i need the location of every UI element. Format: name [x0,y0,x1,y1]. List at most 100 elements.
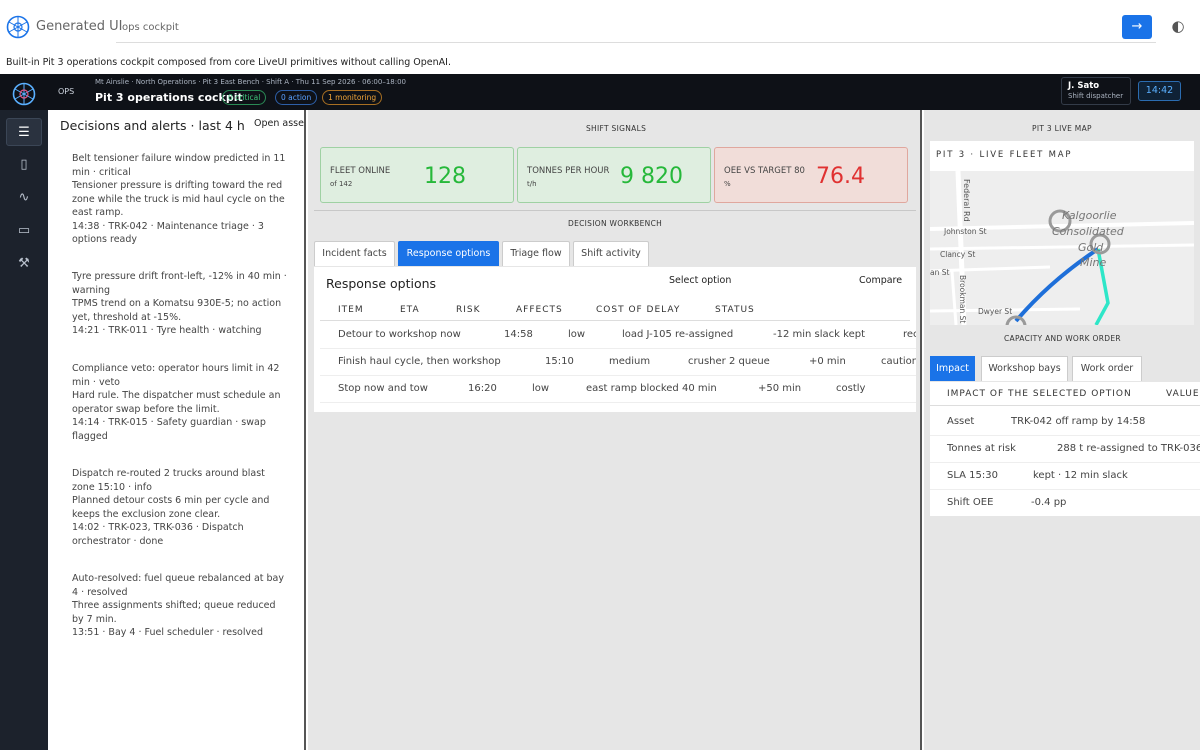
kpi-label: FLEET ONLINE [330,166,391,176]
rail-item-chat[interactable]: ▭ [6,217,42,245]
capacity-label: CAPACITY AND WORK ORDER [1004,334,1121,343]
shift-clock: 14:42 [1138,81,1181,101]
column-header-affects: AFFECTS [516,305,563,315]
kpi-sub: % [724,180,731,188]
tab-incident-facts[interactable]: Incident facts [314,241,395,266]
kpi-label: OEE VS TARGET 80 [724,166,805,176]
rail-item-routes[interactable]: ∿ [6,184,42,212]
tab-triage-flow[interactable]: Triage flow [502,241,570,266]
divider [314,210,916,211]
dashboard-icon: ☰ [18,125,30,140]
map-canvas: Federal Rd Johnston St Clancy St Brookma… [930,171,1194,325]
fleet-map-title: PIT 3 · LIVE FLEET MAP [936,150,1073,160]
app-topbar: Generated UI → ◐ [0,0,1200,54]
table-row[interactable]: Finish haul cycle, then workshop 15:10 m… [320,349,916,376]
middle-column: SHIFT SIGNALS FLEET ONLINE of 142 128 TO… [308,110,922,750]
open-assets-button[interactable]: Open assets [254,118,304,129]
kpi-oee: OEE VS TARGET 80 % 76.4 [714,147,908,203]
map-label-gold: Gold [1078,241,1104,254]
tab-impact[interactable]: Impact [930,356,975,381]
app-logo-icon [6,15,30,39]
tab-response-options[interactable]: Response options [398,241,499,266]
user-card[interactable]: J. Sato Shift dispatcher [1061,77,1131,105]
kpi-value: 128 [424,164,466,189]
cell-item: Detour to workshop now [338,329,461,340]
cell-item: Finish haul cycle, then workshop [338,356,501,367]
cell-affects: east ramp blocked 40 min [586,383,717,394]
cell-item: Stop now and tow [338,383,428,394]
map-label-dwyer: Dwyer St [978,307,1012,316]
cell-name: Shift OEE [947,497,994,508]
table-row[interactable]: SLA 15:30 kept · 12 min slack [930,463,1200,490]
shift-signals-label: SHIFT SIGNALS [586,124,647,133]
alert-item[interactable]: Dispatch re-routed 2 trucks around blast… [72,467,290,548]
rail-item-dashboard[interactable]: ☰ [6,118,42,146]
rail-item-map[interactable]: ▯ [6,151,42,179]
cell-value: TRK-042 off ramp by 14:58 [1011,416,1146,427]
response-options-panel: Response options Select option Compare I… [314,267,916,412]
alert-item[interactable]: Belt tensioner failure window predicted … [72,152,290,247]
map-label-mine: Mine [1080,256,1107,269]
cell-cost: -12 min slack kept [773,329,865,340]
tab-workshop-bays[interactable]: Workshop bays [981,356,1068,381]
cell-affects: crusher 2 queue [688,356,770,367]
cell-status: costly [836,383,866,394]
table-row[interactable]: Shift OEE -0.4 pp [930,490,1200,516]
map-label-johnston: Johnston St [943,227,987,236]
impact-panel: IMPACT OF THE SELECTED OPTION VALUE Asse… [930,382,1200,516]
map-label-an-st: an St [930,268,949,277]
wrench-icon: ⚒ [18,256,30,271]
half-circle-icon: ◐ [1171,17,1185,35]
alert-text: Belt tensioner failure window predicted … [72,153,286,245]
alert-text: Auto-resolved: fuel queue rebalanced at … [72,573,285,638]
cell-status: recommended [903,329,916,340]
tab-shift-activity[interactable]: Shift activity [573,241,649,266]
submit-button[interactable]: → [1122,15,1152,39]
select-option-button[interactable]: Select option [669,275,731,286]
prompt-input[interactable] [116,12,1156,43]
action-count-badge[interactable]: 0 action [275,90,318,105]
cell-cost: +50 min [758,383,802,394]
kpi-value: 9 820 [620,164,683,189]
theme-toggle-button[interactable]: ◐ [1168,16,1188,36]
live-map-label: PIT 3 LIVE MAP [1032,124,1092,133]
map-label-consolidated: Consolidated [1052,225,1125,238]
column-header-item: ITEM [338,305,364,315]
map-icon: ▯ [20,157,28,172]
kpi-fleet-online: FLEET ONLINE of 142 128 [320,147,514,203]
decisions-panel: Decisions and alerts · last 4 h Open ass… [48,110,306,750]
right-column: PIT 3 LIVE MAP PIT 3 · LIVE FLEET MAP Fe… [924,110,1200,750]
kpi-label: TONNES PER HOUR [527,166,610,176]
cockpit-logo-icon [12,82,36,106]
compare-button[interactable]: Compare [859,275,902,286]
table-row[interactable]: Detour to workshop now 14:58 low load J-… [320,322,916,349]
alert-text: Compliance veto: operator hours limit in… [72,363,281,442]
alert-item[interactable]: Tyre pressure drift front-left, -12% in … [72,270,290,338]
tab-work-order[interactable]: Work order [1072,356,1142,381]
column-header-status: STATUS [715,305,755,315]
alert-text: Tyre pressure drift front-left, -12% in … [72,271,287,336]
column-header-impact: IMPACT OF THE SELECTED OPTION [947,389,1132,399]
map-label-brookman: Brookman St [958,275,967,323]
cell-cost: +0 min [809,356,846,367]
decision-workbench-label: DECISION WORKBENCH [568,219,663,228]
alert-item[interactable]: Compliance veto: operator hours limit in… [72,362,290,443]
table-row[interactable]: Asset TRK-042 off ramp by 14:58 [930,409,1200,436]
map-label-clancy: Clancy St [940,250,975,259]
rail-item-tools[interactable]: ⚒ [6,250,42,278]
column-header-eta: ETA [400,305,420,315]
page-title: Pit 3 operations cockpit [95,91,243,104]
cell-name: SLA 15:30 [947,470,998,481]
table-row[interactable]: Tonnes at risk 288 t re-assigned to TRK-… [930,436,1200,463]
alert-item[interactable]: Auto-resolved: fuel queue rebalanced at … [72,572,290,640]
table-row[interactable]: Stop now and tow 16:20 low east ramp blo… [320,376,916,403]
monitoring-count-badge[interactable]: 1 monitoring [322,90,383,105]
cell-name: Tonnes at risk [947,443,1016,454]
fleet-map[interactable]: Federal Rd Johnston St Clancy St Brookma… [930,171,1194,325]
response-options-title: Response options [326,276,437,291]
arrow-right-icon: → [1131,19,1143,34]
fleet-map-card: PIT 3 · LIVE FLEET MAP Federal Rd Johnst… [930,141,1194,325]
cell-value: kept · 12 min slack [1033,470,1128,481]
critical-count-badge[interactable]: 0 critical [222,90,267,105]
ops-label: OPS [58,87,75,96]
